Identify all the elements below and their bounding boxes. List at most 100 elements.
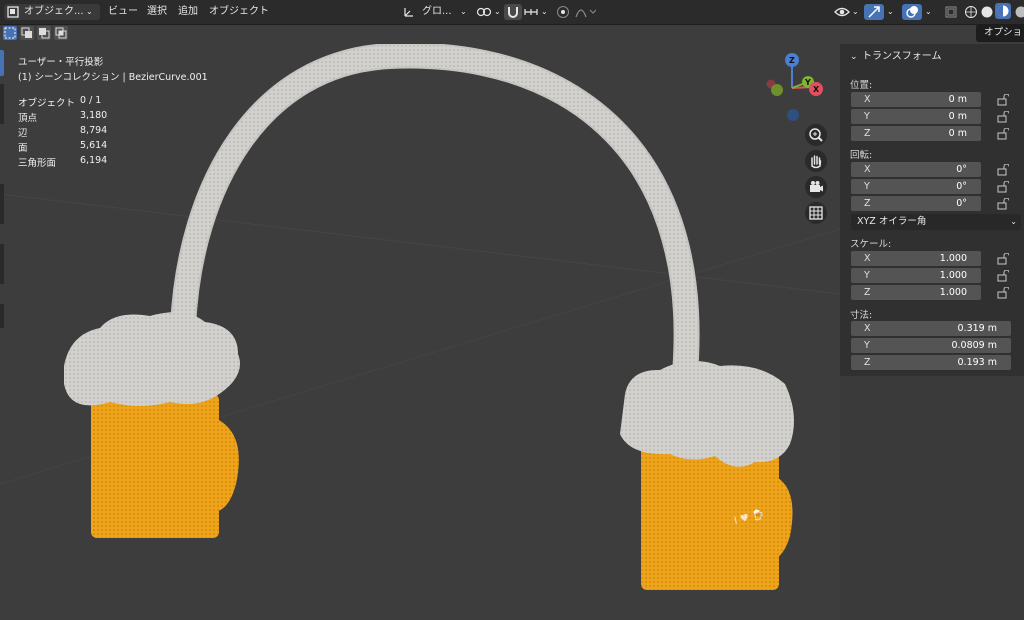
rotation-x-field[interactable]: X 0° <box>851 162 981 177</box>
proportional-edit-icon <box>557 6 569 18</box>
options-tab[interactable]: オプショ <box>976 24 1024 42</box>
scale-y-field[interactable]: Y 1.000 <box>851 268 981 283</box>
menu-view[interactable]: ビュー <box>108 4 138 20</box>
rotation-z-field[interactable]: Z 0° <box>851 196 981 211</box>
chevron-down-icon: ⌄ <box>494 7 501 16</box>
floor-grid-line <box>0 193 840 295</box>
mode-label: オブジェク... <box>24 6 84 17</box>
toolbar-strip[interactable] <box>0 244 4 284</box>
wireframe-shading-icon[interactable] <box>964 5 978 19</box>
select-intersect-button[interactable] <box>54 26 68 40</box>
toolbar-strip[interactable] <box>0 304 4 328</box>
rotation-mode-dropdown[interactable]: XYZ オイラー角 ⌄ <box>851 214 1021 230</box>
select-subtract-button[interactable] <box>37 26 51 40</box>
viewport-header: オブジェク... ⌄ ビュー 選択 追加 オブジェクト グロ... ⌄ ⌄ ⌄ … <box>0 0 1024 25</box>
panel-bottom-shade <box>840 376 1024 620</box>
rotation-y-field[interactable]: Y 0° <box>851 179 981 194</box>
zoom-icon <box>809 128 823 142</box>
menu-object[interactable]: オブジェクト <box>209 4 269 20</box>
rotation-label: 回転: <box>850 150 873 161</box>
unlock-icon[interactable] <box>997 270 1009 282</box>
xray-toggle[interactable] <box>944 4 958 20</box>
dimensions-x-field[interactable]: X 0.319 m <box>851 321 1011 336</box>
transform-orientation-dropdown[interactable]: グロ... ⌄ <box>402 4 468 20</box>
snap-increment-icon <box>524 9 538 15</box>
shading-mode-group <box>964 3 1024 20</box>
link-icon <box>476 7 492 17</box>
navigation-gizmo[interactable]: Z Y X <box>766 53 824 121</box>
falloff-dropdown[interactable] <box>574 4 598 20</box>
transform-panel-title: トランスフォーム <box>862 51 942 62</box>
view-name: ユーザー・平行投影 <box>18 57 104 68</box>
toolbar-strip[interactable] <box>0 84 4 124</box>
scale-x-field[interactable]: X 1.000 <box>851 251 981 266</box>
object-mode-icon <box>7 6 19 18</box>
svg-text:Z: Z <box>789 56 795 65</box>
dimensions-z-field[interactable]: Z 0.193 m <box>851 355 1011 370</box>
scale-z-field[interactable]: Z 1.000 <box>851 285 981 300</box>
unlock-icon[interactable] <box>997 253 1009 265</box>
overlays-toggle[interactable] <box>902 4 922 20</box>
right-beer-mug: I ♥ 🍺 <box>620 360 794 590</box>
unlock-icon[interactable] <box>997 128 1009 140</box>
chevron-down-icon: ⌄ <box>460 7 467 16</box>
location-x-field[interactable]: X0 m <box>851 92 981 107</box>
orientation-axes-icon <box>404 8 413 17</box>
mode-selector[interactable]: オブジェク... ⌄ <box>4 4 100 20</box>
menu-add[interactable]: 追加 <box>178 4 198 20</box>
chevron-down-icon: ⌄ <box>852 7 859 16</box>
gizmo-toggle[interactable] <box>864 4 884 20</box>
unlock-icon[interactable] <box>997 94 1009 106</box>
select-extend-button[interactable] <box>20 26 34 40</box>
menu-select[interactable]: 選択 <box>147 4 167 20</box>
snap-toggle[interactable] <box>504 4 522 20</box>
magnet-icon <box>508 7 518 18</box>
dimensions-label: 寸法: <box>850 310 873 321</box>
pan-button[interactable] <box>805 150 827 172</box>
gizmo-neg-y-axis[interactable] <box>771 84 783 96</box>
unlock-icon[interactable] <box>997 198 1009 210</box>
location-y-field[interactable]: Y0 m <box>851 109 981 124</box>
select-subtract-icon <box>39 28 50 39</box>
unlock-icon[interactable] <box>997 287 1009 299</box>
perspective-toggle-button[interactable] <box>805 202 827 224</box>
zoom-button[interactable] <box>805 124 827 146</box>
proportional-editing-toggle[interactable] <box>556 4 570 20</box>
xray-icon <box>945 6 957 18</box>
toolbar-strip[interactable] <box>0 50 4 76</box>
snap-target-dropdown[interactable]: ⌄ <box>523 4 549 20</box>
camera-view-button[interactable] <box>805 176 827 198</box>
gizmo-arrow-icon <box>868 6 880 18</box>
select-box-icon <box>4 27 16 39</box>
chevron-down-icon: ⌄ <box>850 52 858 62</box>
select-extend-icon <box>21 27 32 38</box>
chevron-down-icon: ⌄ <box>1010 217 1017 226</box>
hand-icon <box>811 155 822 169</box>
left-mug-foam <box>64 312 240 406</box>
unlock-icon[interactable] <box>997 164 1009 176</box>
material-shading-button[interactable] <box>995 3 1011 19</box>
toolbar-strip[interactable] <box>0 184 4 224</box>
3d-viewport[interactable]: I ♥ 🍺 Z Y X ユーザー・平行投影 (1) シーンコレクション | Be… <box>0 44 840 620</box>
scale-label: スケール: <box>850 239 892 250</box>
location-z-field[interactable]: Z0 m <box>851 126 981 141</box>
unlock-icon[interactable] <box>997 111 1009 123</box>
left-beer-mug <box>64 312 240 538</box>
unlock-icon[interactable] <box>997 181 1009 193</box>
visibility-dropdown[interactable]: ⌄ <box>834 4 860 20</box>
orientation-label: グロ... <box>422 6 452 17</box>
transform-panel-header[interactable]: ⌄ トランスフォーム <box>840 48 1024 66</box>
left-mug-body <box>91 394 219 538</box>
dimensions-y-field[interactable]: Y 0.0809 m <box>851 338 1011 353</box>
chevron-down-icon[interactable]: ⌄ <box>925 4 932 20</box>
rendered-shading-icon[interactable] <box>1014 5 1024 19</box>
pivot-point-dropdown[interactable]: ⌄ <box>476 4 504 20</box>
select-intersect-icon <box>55 27 67 39</box>
handle-arch-texture <box>172 44 698 397</box>
select-new-button[interactable] <box>3 26 17 40</box>
sidebar-n-panel: オプショ ⌄ トランスフォーム 位置: X0 m Y0 m Z0 m 回転: X… <box>840 24 1024 620</box>
solid-shading-icon[interactable] <box>980 5 994 19</box>
camera-icon <box>810 181 823 192</box>
gizmo-neg-z-axis[interactable] <box>787 109 799 121</box>
chevron-down-icon[interactable]: ⌄ <box>887 4 894 20</box>
